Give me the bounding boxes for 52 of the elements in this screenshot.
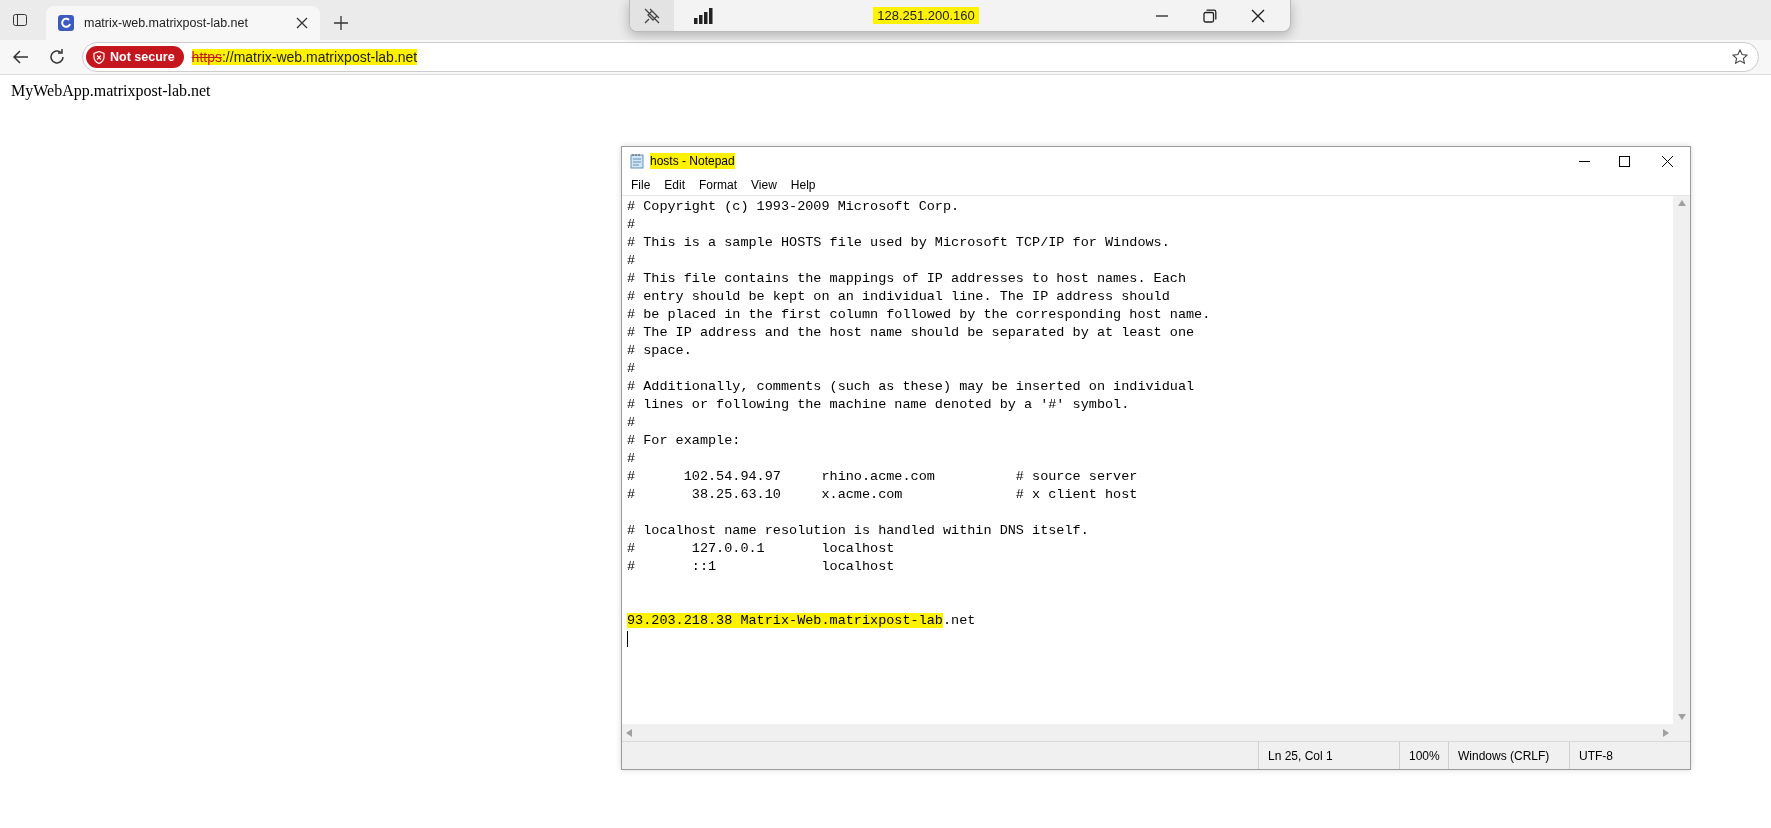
not-secure-badge[interactable]: Not secure	[86, 46, 184, 68]
menu-item[interactable]: Help	[783, 178, 823, 192]
encoding: UTF-8	[1569, 742, 1690, 769]
new-tab-icon[interactable]	[334, 16, 348, 30]
browser-tab[interactable]: matrix-web.matrixpost-lab.net	[46, 6, 320, 40]
back-icon[interactable]	[12, 48, 30, 66]
address-bar[interactable]: Not secure https://matrix-web.matrixpost-lab.net	[82, 42, 1759, 72]
text-line: 93.203.218.38 Matrix-Web.matrixpost-lab.net	[627, 613, 976, 628]
text-line: # lines or following the machine name denoted by a '#' symbol.	[627, 397, 1130, 412]
menu-item[interactable]: Format	[692, 178, 745, 192]
remote-host-address: 128.251.200.160	[873, 7, 979, 24]
text-line: # The IP address and the host name should be separated by at least one	[627, 325, 1195, 340]
text-line: # be placed in the first column followed by the corresponding host name.	[627, 307, 1211, 322]
page-text: MyWebApp.matrixpost-lab.net	[11, 82, 211, 99]
close-icon[interactable]	[1661, 155, 1673, 167]
close-icon[interactable]	[1251, 8, 1265, 23]
zoom-level: 100%	[1399, 742, 1448, 769]
text-line: # space.	[627, 343, 692, 358]
reload-icon[interactable]	[48, 48, 66, 66]
text-line: # Additionally, comments (such as these) may be inserted on individual	[627, 379, 1195, 394]
menu-item[interactable]: Edit	[657, 178, 693, 192]
url-text: https://matrix-web.matrixpost-lab.net	[191, 49, 418, 65]
text-line: # This file contains the mappings of IP addresses to host names. Each	[627, 271, 1186, 286]
text-line: # ::1 localhost	[627, 559, 895, 574]
unpin-icon[interactable]	[643, 6, 661, 25]
text-line: #	[627, 361, 636, 376]
text-line: # 127.0.0.1 localhost	[627, 541, 895, 556]
text-line: # localhost name resolution is handled within DNS itself.	[627, 523, 1089, 538]
text-line: # For example:	[627, 433, 741, 448]
text-line: #	[627, 217, 636, 232]
maximize-icon[interactable]	[1618, 155, 1630, 167]
text-line: # entry should be kept on an individual line. The IP address should	[627, 289, 1170, 304]
tab-actions-icon[interactable]	[12, 12, 28, 28]
restore-icon[interactable]	[1203, 8, 1217, 23]
line-ending: Windows (CRLF)	[1448, 742, 1569, 769]
favorite-star-icon[interactable]	[1732, 49, 1748, 65]
tab-title: matrix-web.matrixpost-lab.net	[84, 16, 249, 30]
text-line: # Copyright (c) 1993-2009 Microsoft Corp.	[627, 199, 960, 214]
favicon-icon	[58, 15, 74, 31]
menu-item[interactable]: File	[624, 178, 658, 192]
notepad-icon	[630, 153, 644, 169]
window-title: hosts - Notepad	[650, 153, 735, 169]
menu-item[interactable]: View	[744, 178, 784, 192]
cursor-position: Ln 25, Col 1	[1258, 742, 1399, 769]
text-line: #	[627, 253, 636, 268]
text-line: # 38.25.63.10 x.acme.com # x client host	[627, 487, 1138, 502]
text-line: #	[627, 451, 636, 466]
text-line: # This is a sample HOSTS file used by Microsoft TCP/IP for Windows.	[627, 235, 1170, 250]
signal-strength-icon[interactable]	[694, 7, 714, 24]
close-tab-icon[interactable]	[296, 17, 308, 29]
text-line: #	[627, 415, 636, 430]
text-line: # 102.54.94.97 rhino.acme.com # source server	[627, 469, 1138, 484]
